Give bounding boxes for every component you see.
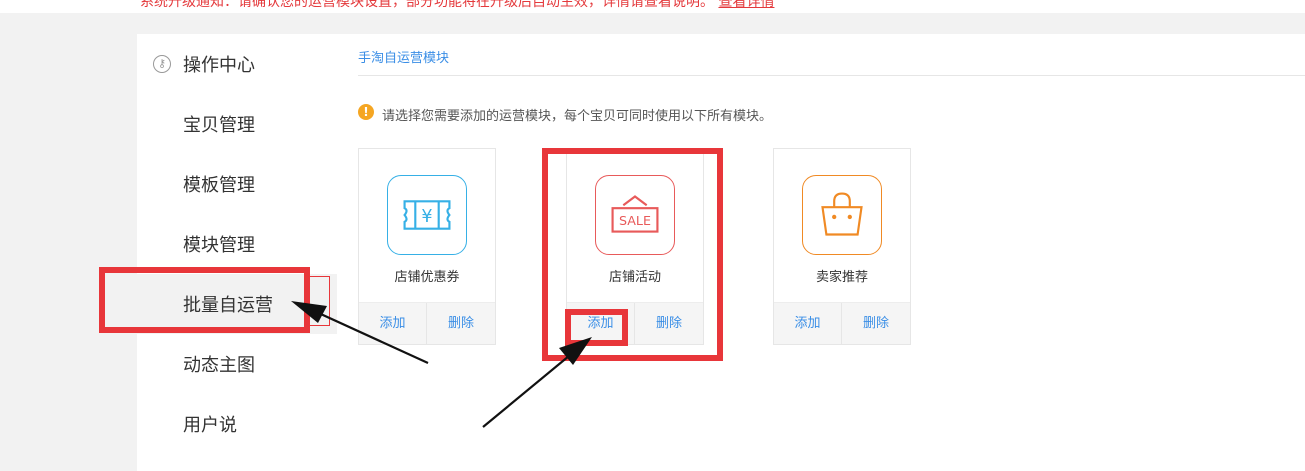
warning-icon: ! [358, 104, 374, 120]
module-card-seller-recommend: 卖家推荐 添加 删除 [773, 148, 911, 345]
sidebar-item-operation-center[interactable]: ⚷ 操作中心 [137, 34, 337, 94]
module-actions: 添加 删除 [567, 302, 703, 345]
add-button[interactable]: 添加 [567, 303, 635, 345]
delete-button[interactable]: 删除 [635, 303, 703, 345]
module-actions: 添加 删除 [359, 302, 495, 345]
module-name: 卖家推荐 [815, 270, 868, 285]
shopping-bag-icon [802, 175, 882, 255]
sidebar-item-label: 动态主图 [183, 355, 255, 376]
sidebar-item-product-management[interactable]: 宝贝管理 [137, 94, 337, 154]
sidebar-item-label: 用户说 [183, 415, 237, 436]
sidebar: ⚷ 操作中心 宝贝管理 模板管理 模块管理 批量自运营 动态主图 用户说 [137, 34, 337, 471]
module-name: 店铺优惠券 [394, 270, 460, 285]
add-button[interactable]: 添加 [359, 303, 427, 345]
sidebar-item-label: 操作中心 [183, 55, 255, 76]
divider [358, 75, 1305, 76]
sale-sign-icon: SALE [595, 175, 675, 255]
add-button[interactable]: 添加 [774, 303, 842, 345]
sidebar-item-batch-self-operation[interactable]: 批量自运营 [137, 274, 337, 334]
delete-button[interactable]: 删除 [427, 303, 495, 345]
module-card-shop-activity: SALE 店铺活动 添加 删除 [566, 148, 704, 345]
sidebar-item-label: 批量自运营 [183, 295, 273, 316]
sidebar-item-label: 宝贝管理 [183, 115, 255, 136]
notice-text: 系统升级通知：请确认您的运营模块设置，部分功能将在升级后自动生效，详情请查看说明… [140, 0, 774, 11]
svg-text:SALE: SALE [619, 213, 651, 228]
sidebar-item-dynamic-main-image[interactable]: 动态主图 [137, 334, 337, 394]
module-card-coupon: ¥ 店铺优惠券 添加 删除 [358, 148, 496, 345]
notice-link[interactable]: 查看详情 [718, 0, 774, 10]
main-panel: 手淘自运营模块 ! 请选择您需要添加的运营模块，每个宝贝可同时使用以下所有模块。… [337, 34, 1305, 471]
delete-button[interactable]: 删除 [842, 303, 910, 345]
sidebar-item-template-management[interactable]: 模板管理 [137, 154, 337, 214]
sidebar-item-label: 模块管理 [183, 235, 255, 256]
svg-text:¥: ¥ [421, 207, 432, 227]
key-icon: ⚷ [153, 55, 171, 73]
tip-text: 请选择您需要添加的运营模块，每个宝贝可同时使用以下所有模块。 [382, 109, 773, 124]
sidebar-item-label: 模板管理 [183, 175, 255, 196]
breadcrumb[interactable]: 手淘自运营模块 [358, 47, 449, 66]
sidebar-item-user-reviews[interactable]: 用户说 [137, 394, 337, 454]
top-notice-bar: 系统升级通知：请确认您的运营模块设置，部分功能将在升级后自动生效，详情请查看说明… [0, 0, 1305, 13]
sidebar-item-module-management[interactable]: 模块管理 [137, 214, 337, 274]
module-actions: 添加 删除 [774, 302, 910, 345]
module-name: 店铺活动 [608, 270, 661, 285]
coupon-icon: ¥ [387, 175, 467, 255]
